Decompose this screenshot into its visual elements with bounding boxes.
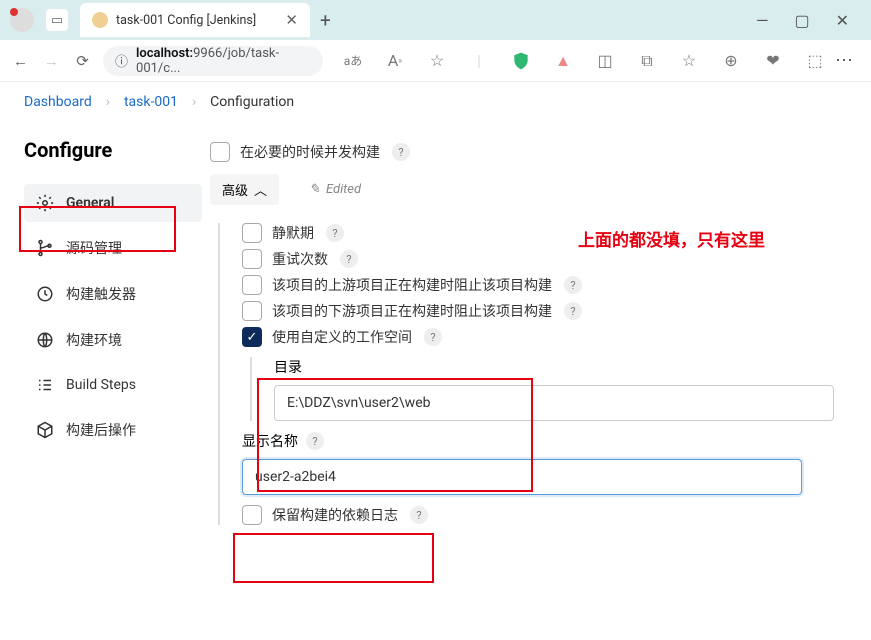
browser-tab[interactable]: task-001 Config [Jenkins] ✕ (80, 3, 310, 37)
checkbox-retry[interactable] (242, 249, 262, 269)
performance-icon[interactable]: ❤ (763, 51, 783, 71)
sidebar-item-triggers[interactable]: 构建触发器 (24, 274, 202, 314)
sidebar-item-env[interactable]: 构建环境 (24, 320, 202, 360)
url-text: localhost:9966/job/task-001/c... (136, 46, 311, 76)
profile-avatar[interactable] (10, 8, 34, 32)
sidebar-icon[interactable]: ☆ (679, 51, 699, 71)
workspace-button[interactable]: ▭ (46, 9, 68, 31)
help-icon[interactable]: ? (340, 250, 358, 268)
checkbox-concurrent[interactable] (210, 142, 230, 162)
maximize-icon[interactable]: ▢ (794, 11, 809, 30)
sidebar-item-scm[interactable]: 源码管理 (24, 228, 202, 268)
breadcrumb-job[interactable]: task-001 (124, 94, 178, 110)
refresh-icon[interactable]: ⟳ (72, 50, 93, 72)
advanced-toggle[interactable]: 高级︿ (210, 174, 279, 205)
chevron-right-icon: › (106, 94, 110, 110)
breadcrumb: Dashboard › task-001 › Configuration (0, 82, 871, 118)
breadcrumb-dashboard[interactable]: Dashboard (24, 94, 92, 110)
close-tab-icon[interactable]: ✕ (285, 11, 298, 29)
annotation-text: 上面的都没填，只有这里 (578, 226, 765, 251)
address-bar[interactable]: ⓘ localhost:9966/job/task-001/c... (103, 46, 323, 76)
new-tab-icon[interactable]: + (320, 9, 331, 32)
globe-icon (36, 331, 54, 349)
favicon (92, 12, 108, 28)
cube-icon (36, 421, 54, 439)
mountain-icon[interactable]: ▲ (553, 51, 573, 71)
back-icon[interactable]: ← (10, 50, 31, 72)
clock-icon (36, 285, 54, 303)
app-icon[interactable]: ⬚ (805, 51, 825, 71)
sidebar-item-general[interactable]: General (24, 184, 202, 222)
help-icon[interactable]: ? (564, 302, 582, 320)
collections-icon[interactable]: ◫ (595, 51, 615, 71)
label-concurrent: 在必要的时候并发构建 (240, 142, 380, 162)
display-name-input[interactable] (242, 459, 802, 495)
help-icon[interactable]: ? (410, 506, 428, 524)
minimize-icon[interactable]: — (756, 11, 769, 30)
info-icon: ⓘ (115, 51, 128, 70)
sidebar-item-post[interactable]: 构建后操作 (24, 410, 202, 450)
help-icon[interactable]: ? (306, 432, 324, 450)
vertical-bar: | (469, 51, 489, 71)
checkbox-custom-ws[interactable]: ✓ (242, 327, 262, 347)
help-icon[interactable]: ? (424, 328, 442, 346)
shield-icon[interactable] (511, 51, 531, 71)
checkbox-upstream[interactable] (242, 275, 262, 295)
help-icon[interactable]: ? (326, 224, 344, 242)
checkbox-downstream[interactable] (242, 301, 262, 321)
list-icon (36, 376, 54, 394)
help-icon[interactable]: ? (564, 276, 582, 294)
edited-badge: ✎Edited (309, 182, 361, 197)
pencil-icon: ✎ (309, 182, 320, 197)
dir-input[interactable] (274, 385, 834, 421)
tab-title: task-001 Config [Jenkins] (116, 13, 277, 28)
chevron-up-icon: ︿ (254, 180, 267, 199)
page-title: Configure (24, 138, 202, 162)
breadcrumb-current: Configuration (210, 94, 294, 110)
chevron-right-icon: › (192, 94, 196, 110)
forward-icon[interactable]: → (41, 50, 62, 72)
sidebar-item-steps[interactable]: Build Steps (24, 366, 202, 404)
checkbox-quiet[interactable] (242, 223, 262, 243)
extensions-icon[interactable]: ⊕ (721, 51, 741, 71)
gear-icon (36, 194, 54, 212)
more-icon[interactable]: ⋯ (835, 50, 861, 71)
translate-icon[interactable]: aあ (343, 51, 363, 71)
display-name-label: 显示名称 (242, 431, 298, 451)
branch-icon (36, 239, 54, 257)
dir-label: 目录 (274, 357, 839, 377)
help-icon[interactable]: ? (392, 143, 410, 161)
favorite-icon[interactable]: ☆ (427, 51, 447, 71)
split-icon[interactable]: ⧉ (637, 51, 657, 71)
close-window-icon[interactable]: ✕ (836, 11, 849, 30)
checkbox-keep-log[interactable] (242, 505, 262, 525)
read-aloud-icon[interactable]: A» (385, 51, 405, 71)
